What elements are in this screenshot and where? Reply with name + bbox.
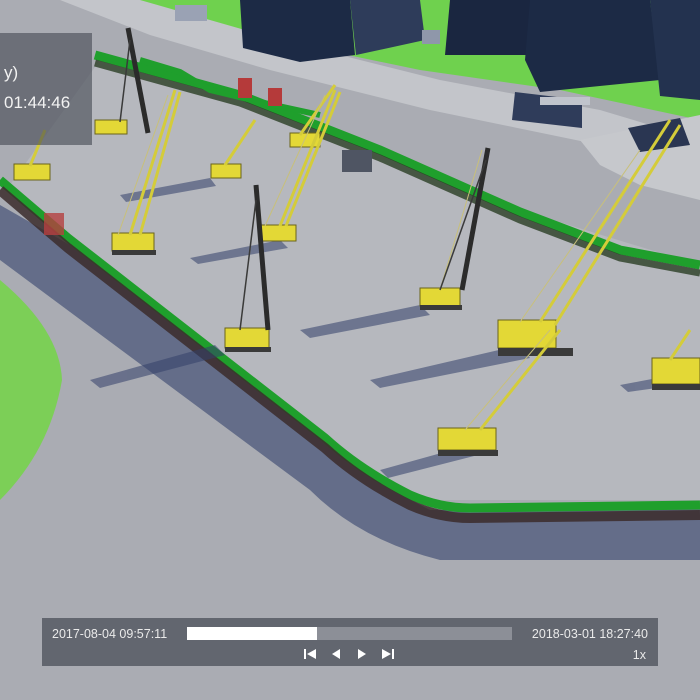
playback-speed[interactable]: 1x	[633, 648, 646, 662]
info-time: 01:44:46	[4, 93, 71, 112]
info-overlay-panel: y) 01:44:46	[0, 33, 92, 145]
skip-to-start-icon[interactable]	[304, 647, 316, 661]
play-icon[interactable]	[356, 647, 368, 661]
timeline-start-datetime: 2017-08-04 09:57:11	[52, 627, 168, 641]
timeline-scrubber[interactable]	[187, 627, 512, 640]
timeline-end-datetime: 2018-03-01 18:27:40	[531, 627, 648, 641]
skip-to-end-icon[interactable]	[382, 647, 394, 661]
construction-site-3d-view	[0, 0, 700, 700]
timeline-progress-fill	[187, 627, 317, 640]
info-title: y)	[4, 63, 19, 82]
step-back-icon[interactable]	[330, 647, 342, 661]
timeline-player: 2017-08-04 09:57:11 2018-03-01 18:27:40 …	[42, 618, 658, 666]
playback-controls	[304, 647, 394, 663]
